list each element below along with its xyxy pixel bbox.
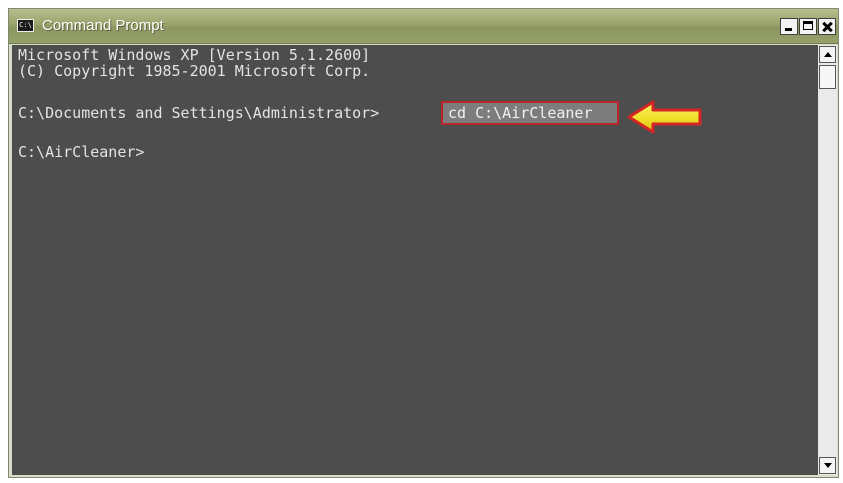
yellow-arrow-icon [627, 100, 702, 134]
console-icon: C:\ [17, 19, 34, 32]
title-bar[interactable]: C:\ Command Prompt [9, 9, 838, 44]
scrollbar-thumb[interactable] [819, 65, 836, 89]
highlighted-command: cd C:\AirCleaner [441, 101, 619, 125]
highlighted-command-text: cd C:\AirCleaner [448, 104, 593, 122]
console-line-current-prompt: C:\AirCleaner> [18, 143, 145, 161]
command-prompt-window: C:\ Command Prompt Microsoft Windows XP … [8, 8, 839, 478]
console-line-prompt: C:\Documents and Settings\Administrator> [18, 104, 380, 122]
close-button[interactable] [818, 18, 836, 35]
console-line-version: Microsoft Windows XP [Version 5.1.2600] [18, 46, 371, 64]
window-title: Command Prompt [42, 17, 164, 34]
scroll-down-icon[interactable] [819, 457, 836, 474]
console-line-copyright: (C) Copyright 1985-2001 Microsoft Corp. [18, 62, 371, 80]
minimize-button[interactable] [780, 18, 798, 35]
scroll-up-icon[interactable] [819, 46, 836, 63]
console-output-area[interactable]: Microsoft Windows XP [Version 5.1.2600] … [12, 45, 818, 475]
vertical-scrollbar[interactable] [818, 45, 837, 475]
maximize-button[interactable] [799, 18, 817, 35]
